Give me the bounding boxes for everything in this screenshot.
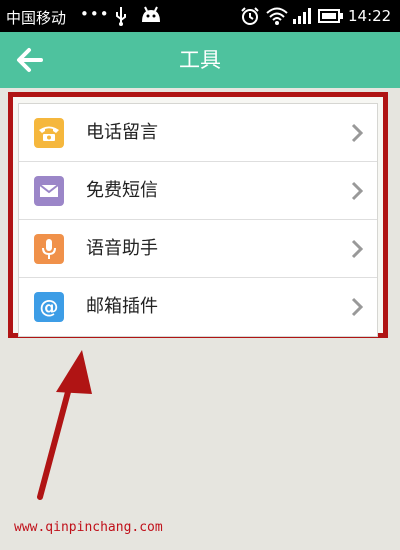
tools-list: 电话留言 免费短信 语音助手 @ 邮箱插件 — [18, 103, 378, 337]
status-bar: 中国移动 ••• 14:22 — [0, 0, 400, 32]
chevron-right-icon — [351, 239, 364, 259]
tool-item-label: 电话留言 — [86, 122, 158, 143]
tool-item-label: 语音助手 — [86, 238, 158, 259]
chevron-right-icon — [351, 181, 364, 201]
carrier-name: 中国移动 — [6, 9, 67, 27]
usb-icon — [114, 6, 128, 30]
microphone-icon — [34, 234, 64, 264]
battery-icon — [318, 9, 343, 23]
tool-item-voicemail[interactable]: 电话留言 — [19, 104, 377, 162]
tool-item-label: 邮箱插件 — [86, 296, 158, 317]
chevron-right-icon — [351, 297, 364, 317]
notification-dots: ••• — [80, 5, 110, 23]
signal-strength-icon — [293, 8, 311, 24]
page-title: 工具 — [179, 48, 221, 72]
highlight-frame: 电话留言 免费短信 语音助手 @ 邮箱插件 — [8, 92, 388, 338]
title-bar: 工具 — [0, 32, 400, 88]
tool-item-voice-assistant[interactable]: 语音助手 — [19, 220, 377, 278]
back-button[interactable] — [10, 42, 50, 78]
back-arrow-icon — [17, 48, 43, 72]
wifi-icon — [266, 6, 288, 26]
alarm-icon — [240, 6, 260, 26]
android-icon — [140, 6, 160, 24]
clock-time: 14:22 — [348, 7, 392, 25]
tool-item-mail-plugin[interactable]: @ 邮箱插件 — [19, 278, 377, 336]
tool-item-label: 免费短信 — [86, 180, 158, 201]
phone-icon — [34, 118, 64, 148]
at-sign-icon: @ — [34, 292, 64, 322]
chevron-right-icon — [351, 123, 364, 143]
watermark: www.qinpinchang.com — [14, 520, 163, 535]
tool-item-free-sms[interactable]: 免费短信 — [19, 162, 377, 220]
envelope-icon — [34, 176, 64, 206]
